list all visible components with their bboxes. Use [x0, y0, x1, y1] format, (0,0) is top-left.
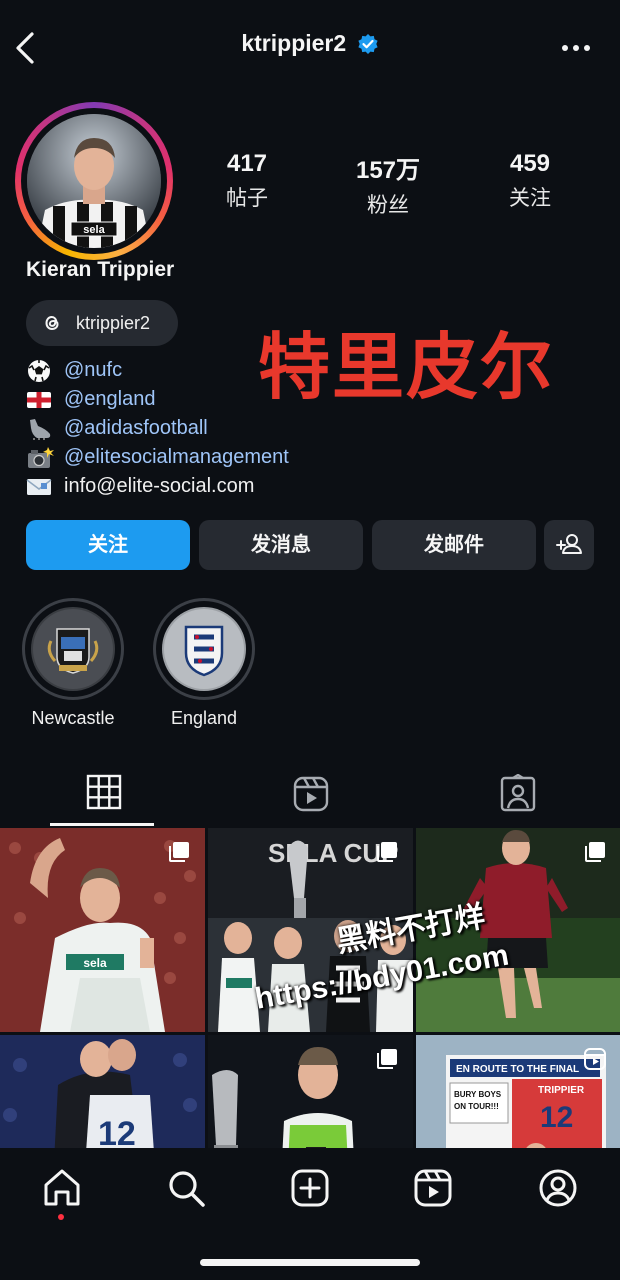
threads-profile-link[interactable]: ktrippier2	[26, 300, 178, 346]
avatar: sela	[27, 114, 161, 248]
story-highlight-england[interactable]: England	[152, 598, 256, 729]
stat-label: 粉丝	[367, 194, 409, 217]
stat-label: 帖子	[226, 187, 268, 210]
top-bar: ktrippier2	[0, 0, 620, 96]
england-crest-icon	[162, 607, 246, 691]
post-thumbnail[interactable]: EN ROUTE TO THE FINAL BURY BOYS ON TOUR!…	[416, 1035, 620, 1148]
profile-content-tabs	[0, 770, 620, 826]
home-icon	[44, 1169, 80, 1206]
bio-link-elitesocialmanagement[interactable]: @elitesocialmanagement	[64, 446, 289, 469]
stat-value: 459	[509, 150, 551, 177]
stat-followers[interactable]: 157万 粉丝	[328, 150, 448, 219]
threads-handle: ktrippier2	[76, 313, 151, 333]
active-tab-indicator	[50, 823, 154, 826]
post-thumbnail[interactable]: 12	[0, 1035, 205, 1148]
bio-line: @england	[26, 385, 446, 414]
more-options-button[interactable]	[560, 38, 592, 58]
profile-full-name: Kieran Trippier	[26, 258, 175, 281]
email-button[interactable]: 发邮件	[372, 520, 536, 570]
bio-line: @adidasfootball	[26, 414, 446, 443]
nav-create[interactable]	[288, 1166, 332, 1210]
story-highlight-newcastle[interactable]: Newcastle	[21, 598, 125, 729]
football-boot-icon	[30, 418, 51, 440]
bio-line: @elitesocialmanagement	[26, 443, 446, 472]
carousel-icon	[169, 842, 189, 862]
follow-button[interactable]: 关注	[26, 520, 190, 570]
reels-icon	[414, 1169, 452, 1207]
tagged-person-icon	[500, 774, 536, 812]
message-button[interactable]: 发消息	[199, 520, 363, 570]
reels-icon	[293, 776, 329, 812]
nav-reels[interactable]	[411, 1166, 455, 1210]
add-person-icon	[556, 534, 582, 554]
nav-profile[interactable]	[536, 1166, 580, 1210]
bio-link-nufc[interactable]: @nufc	[64, 359, 122, 382]
profile-bio: @nufc @england @adidasfootball @elitesoc…	[26, 356, 446, 501]
post-image: 12	[0, 1035, 205, 1148]
reel-icon	[584, 1048, 606, 1070]
bio-link-adidasfootball[interactable]: @adidasfootball	[64, 417, 208, 440]
tab-tagged[interactable]	[414, 770, 620, 826]
nav-search[interactable]	[164, 1166, 208, 1210]
post-thumbnail[interactable]: sela	[0, 828, 205, 1032]
nav-home[interactable]	[40, 1166, 84, 1210]
tab-reels[interactable]	[207, 770, 413, 826]
stat-label: 关注	[509, 187, 551, 210]
newcastle-crest-icon	[31, 607, 115, 691]
svg-text:sela: sela	[83, 224, 105, 236]
svg-text:sela: sela	[83, 956, 107, 970]
profile-stats: 417 帖子 157万 粉丝 459 关注	[187, 150, 610, 217]
search-icon	[169, 1171, 205, 1207]
tab-posts-grid[interactable]	[0, 770, 206, 826]
envelope-icon	[26, 478, 52, 495]
post-thumbnail[interactable]	[208, 1035, 413, 1148]
home-indicator[interactable]	[200, 1259, 420, 1266]
soccer-ball-icon	[28, 359, 50, 382]
bio-line: @nufc	[26, 356, 446, 385]
highlight-label: England	[170, 708, 238, 728]
sign-name: TRIPPIER	[538, 1085, 585, 1096]
more-dots-icon	[562, 45, 590, 51]
carousel-icon	[377, 1049, 397, 1069]
header-title: ktrippier2	[0, 30, 620, 57]
profile-handle: ktrippier2	[241, 30, 347, 56]
carousel-icon	[585, 842, 605, 862]
grid-icon	[86, 774, 122, 810]
stat-posts[interactable]: 417 帖子	[187, 150, 307, 212]
england-flag-icon	[27, 391, 51, 408]
profile-avatar-story-ring[interactable]: sela	[15, 102, 173, 260]
sign-number: 12	[540, 1101, 573, 1134]
carousel-icon	[377, 842, 397, 862]
player-portrait: sela	[27, 114, 161, 248]
bio-link-england[interactable]: @england	[64, 388, 155, 411]
profile-icon	[539, 1169, 577, 1207]
bio-email[interactable]: info@elite-social.com	[64, 475, 254, 498]
create-post-icon	[291, 1169, 329, 1207]
stat-following[interactable]: 459 关注	[470, 150, 590, 212]
verified-badge-icon	[358, 33, 378, 54]
highlight-label: Newcastle	[31, 708, 115, 728]
bio-line: info@elite-social.com	[26, 472, 446, 501]
notification-dot	[58, 1214, 64, 1220]
bus-banner-text: EN ROUTE TO THE FINAL	[456, 1064, 579, 1075]
stat-value: 157万	[355, 157, 421, 184]
threads-icon	[45, 315, 59, 331]
shirt-number: 12	[98, 1115, 136, 1148]
svg-text:BURY BOYS: BURY BOYS	[454, 1090, 502, 1099]
stat-value: 417	[226, 150, 268, 177]
svg-text:ON TOUR!!!: ON TOUR!!!	[454, 1102, 499, 1111]
suggested-users-button[interactable]	[544, 520, 594, 570]
camera-flash-icon	[28, 446, 54, 468]
